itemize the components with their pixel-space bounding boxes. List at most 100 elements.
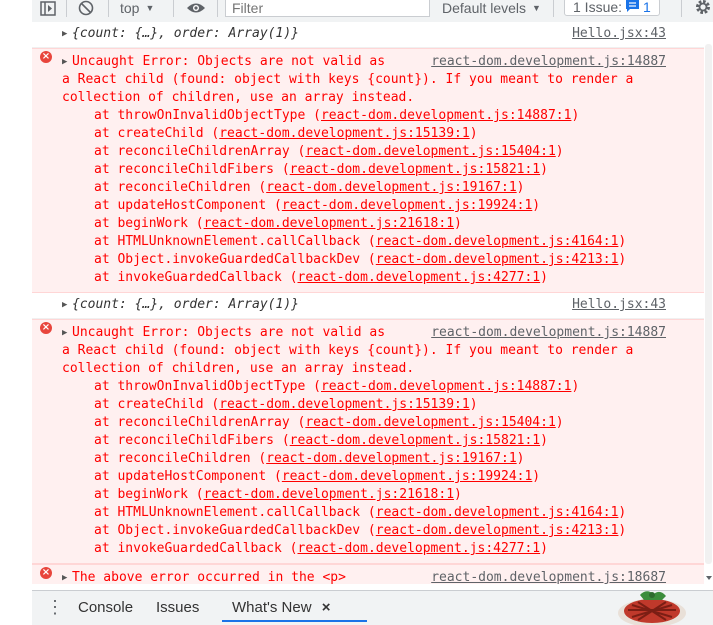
stack-frame-link[interactable]: react-dom.development.js:19924:1 xyxy=(282,469,532,484)
console-error-entry[interactable]: × ▶ The above error occurred in the <p> re… xyxy=(32,564,704,584)
stack-frame-link[interactable]: react-dom.development.js:15404:1 xyxy=(305,415,555,430)
console-log-entry[interactable]: ▶ {count: {…}, order: Array(1)} Hello.jsx:… xyxy=(32,22,704,48)
stack-frame: at throwOnInvalidObjectType (react-dom.d… xyxy=(94,108,580,123)
stack-frame: at HTMLUnknownElement.callCallback (reac… xyxy=(94,234,627,249)
chevron-down-icon: ▼ xyxy=(532,3,541,13)
log-levels-dropdown[interactable]: Default levels ▼ xyxy=(442,0,541,16)
stack-frame: at reconcileChildren (react-dom.developm… xyxy=(94,180,525,195)
source-link[interactable]: react-dom.development.js:14887 xyxy=(431,53,666,71)
stack-frame-link[interactable]: react-dom.development.js:14887:1 xyxy=(321,379,571,394)
stack-frame-link[interactable]: react-dom.development.js:19167:1 xyxy=(266,451,516,466)
stack-frame-link[interactable]: react-dom.development.js:4164:1 xyxy=(376,234,619,249)
stack-frame: at updateHostComponent (react-dom.develo… xyxy=(94,198,541,213)
toolbar-divider xyxy=(553,0,554,17)
error-message: Uncaught Error: Objects are not valid as xyxy=(72,325,401,340)
console-scrollbar[interactable] xyxy=(704,22,713,584)
stack-frame-link[interactable]: react-dom.development.js:14887:1 xyxy=(321,108,571,123)
expand-triangle-icon[interactable]: ▶ xyxy=(62,53,72,71)
stack-frame-link[interactable]: react-dom.development.js:15139:1 xyxy=(219,397,469,412)
left-margin xyxy=(0,0,32,625)
context-selector[interactable]: top ▼ xyxy=(120,0,154,16)
stack-frame: at HTMLUnknownElement.callCallback (reac… xyxy=(94,505,627,520)
issues-button[interactable]: 1 Issue: 1 xyxy=(564,0,660,16)
filter-input[interactable] xyxy=(225,0,430,17)
context-label: top xyxy=(120,0,140,16)
source-link[interactable]: Hello.jsx:43 xyxy=(572,296,666,314)
source-link[interactable]: react-dom.development.js:18687 xyxy=(431,569,666,584)
log-object-preview[interactable]: {count: {…}, order: Array(1)} xyxy=(72,26,299,41)
stack-frame: at invokeGuardedCallback (react-dom.deve… xyxy=(94,270,548,285)
issues-count: 1 xyxy=(643,0,651,15)
stack-frame-link[interactable]: react-dom.development.js:21618:1 xyxy=(204,487,454,502)
stack-frame: at Object.invokeGuardedCallbackDev (reac… xyxy=(94,523,627,538)
stack-frame: at throwOnInvalidObjectType (react-dom.d… xyxy=(94,379,580,394)
tab-whats-new-label: What's New xyxy=(232,599,312,616)
console-toolbar: top ▼ Default levels ▼ 1 Issue: 1 xyxy=(32,0,713,23)
stack-frame: at invokeGuardedCallback (react-dom.deve… xyxy=(94,541,548,556)
stack-frame-link[interactable]: react-dom.development.js:15139:1 xyxy=(219,126,469,141)
active-tab-indicator xyxy=(222,620,367,622)
stack-frame-link[interactable]: react-dom.development.js:15821:1 xyxy=(290,433,540,448)
show-sidebar-icon[interactable] xyxy=(40,0,56,16)
stack-frame: at updateHostComponent (react-dom.develo… xyxy=(94,469,541,484)
stack-frame: at reconcileChildrenArray (react-dom.dev… xyxy=(94,415,564,430)
stack-frame: at createChild (react-dom.development.js… xyxy=(94,126,478,141)
issue-message-icon xyxy=(626,0,640,15)
console-error-entry[interactable]: × ▶ Uncaught Error: Objects are not valid… xyxy=(32,319,704,564)
stack-frame: at reconcileChildren (react-dom.developm… xyxy=(94,451,525,466)
expand-triangle-icon[interactable]: ▶ xyxy=(62,296,72,314)
toolbar-divider xyxy=(173,0,174,17)
stack-frame-link[interactable]: react-dom.development.js:4213:1 xyxy=(376,523,619,538)
close-icon[interactable]: × xyxy=(322,599,331,616)
toolbar-divider xyxy=(66,0,67,17)
source-link[interactable]: react-dom.development.js:14887 xyxy=(431,324,666,342)
stack-trace: at throwOnInvalidObjectType (react-dom.d… xyxy=(32,107,704,287)
stack-frame: at createChild (react-dom.development.js… xyxy=(94,397,478,412)
stack-frame-link[interactable]: react-dom.development.js:4164:1 xyxy=(376,505,619,520)
mascot-illustration xyxy=(618,591,686,625)
error-message: The above error occurred in the <p> xyxy=(72,570,346,584)
scrollbar-thumb[interactable] xyxy=(705,44,712,564)
stack-frame-link[interactable]: react-dom.development.js:19924:1 xyxy=(282,198,532,213)
stack-frame-link[interactable]: react-dom.development.js:4213:1 xyxy=(376,252,619,267)
expand-triangle-icon[interactable]: ▶ xyxy=(62,569,72,584)
stack-frame-link[interactable]: react-dom.development.js:19167:1 xyxy=(266,180,516,195)
kebab-menu-icon[interactable]: ⋮ xyxy=(46,598,64,618)
error-message-continuation: a React child (found: object with keys {… xyxy=(62,72,634,105)
issues-label: 1 Issue: xyxy=(573,0,623,15)
tab-whats-new[interactable]: What's New × xyxy=(232,598,331,618)
stack-frame: at reconcileChildrenArray (react-dom.dev… xyxy=(94,144,564,159)
console-log-entry[interactable]: ▶ {count: {…}, order: Array(1)} Hello.jsx:… xyxy=(32,293,704,319)
stack-trace: at throwOnInvalidObjectType (react-dom.d… xyxy=(32,378,704,558)
error-message-continuation: a React child (found: object with keys {… xyxy=(62,343,634,376)
eye-icon[interactable] xyxy=(186,0,206,16)
console-error-entry[interactable]: × ▶ Uncaught Error: Objects are not valid… xyxy=(32,48,704,293)
stack-frame: at beginWork (react-dom.development.js:2… xyxy=(94,487,462,502)
drawer-tab-bar: ⋮ Console Issues What's New × xyxy=(32,590,713,625)
stack-frame-link[interactable]: react-dom.development.js:21618:1 xyxy=(204,216,454,231)
stack-frame-link[interactable]: react-dom.development.js:15821:1 xyxy=(290,162,540,177)
expand-triangle-icon[interactable]: ▶ xyxy=(62,25,72,43)
chevron-down-icon: ▼ xyxy=(145,3,155,13)
toolbar-divider xyxy=(681,0,682,17)
settings-gear-icon[interactable] xyxy=(694,0,712,16)
tab-issues[interactable]: Issues xyxy=(156,598,199,618)
tab-console[interactable]: Console xyxy=(78,598,133,618)
stack-frame: at reconcileChildFibers (react-dom.devel… xyxy=(94,433,548,448)
source-link[interactable]: Hello.jsx:43 xyxy=(572,25,666,43)
stack-frame-link[interactable]: react-dom.development.js:4277:1 xyxy=(298,270,541,285)
stack-frame: at beginWork (react-dom.development.js:2… xyxy=(94,216,462,231)
toolbar-divider xyxy=(108,0,109,17)
log-levels-label: Default levels xyxy=(442,0,527,16)
stack-frame: at Object.invokeGuardedCallbackDev (reac… xyxy=(94,252,627,267)
console-messages[interactable]: ▶ {count: {…}, order: Array(1)} Hello.jsx:… xyxy=(32,22,704,584)
stack-frame: at reconcileChildFibers (react-dom.devel… xyxy=(94,162,548,177)
toolbar-divider xyxy=(217,0,218,17)
scroll-down-arrow-icon[interactable] xyxy=(706,576,712,580)
stack-frame-link[interactable]: react-dom.development.js:15404:1 xyxy=(305,144,555,159)
stack-frame-link[interactable]: react-dom.development.js:4277:1 xyxy=(298,541,541,556)
error-message: Uncaught Error: Objects are not valid as xyxy=(72,54,401,69)
clear-console-icon[interactable] xyxy=(78,0,94,16)
expand-triangle-icon[interactable]: ▶ xyxy=(62,324,72,342)
log-object-preview[interactable]: {count: {…}, order: Array(1)} xyxy=(72,297,299,312)
